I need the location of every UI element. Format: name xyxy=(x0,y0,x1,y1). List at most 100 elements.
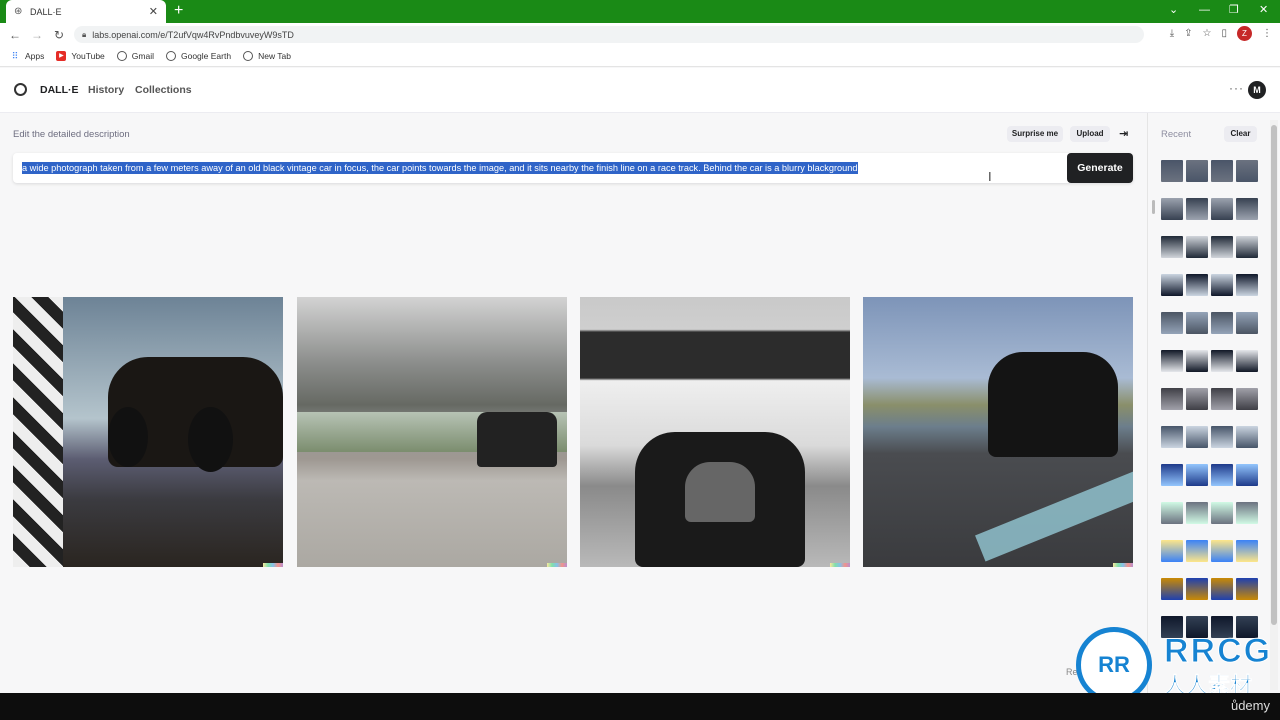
nav-collections[interactable]: Collections xyxy=(135,84,192,96)
recent-thumbnail[interactable] xyxy=(1211,464,1233,486)
recent-thumbnail[interactable] xyxy=(1186,388,1208,410)
recent-thumbnail[interactable] xyxy=(1236,578,1258,600)
recent-thumbnail[interactable] xyxy=(1186,350,1208,372)
recent-thumbnail[interactable] xyxy=(1236,236,1258,258)
sidepanel-icon[interactable]: ▯ xyxy=(1221,28,1227,39)
dalle-signature-badge xyxy=(830,563,850,567)
recent-thumbnail[interactable] xyxy=(1236,198,1258,220)
generated-image-3[interactable] xyxy=(580,297,850,567)
rrcg-logo: RR xyxy=(1076,627,1152,703)
url-field[interactable]: 🔒︎ labs.openai.com/e/T2ufVqw4RvPndbvuvey… xyxy=(74,26,1144,43)
recent-thumbnail[interactable] xyxy=(1186,578,1208,600)
upload-button[interactable]: Upload xyxy=(1070,126,1110,142)
recent-thumbnail[interactable] xyxy=(1186,312,1208,334)
more-options-icon[interactable]: ··· xyxy=(1229,81,1244,95)
recent-thumbnail[interactable] xyxy=(1211,578,1233,600)
recent-thumbnail[interactable] xyxy=(1161,160,1183,182)
close-window-icon[interactable]: ✕ xyxy=(1259,2,1268,18)
dalle-signature-badge xyxy=(1113,563,1133,567)
bookmark-new-tab[interactable]: New Tab xyxy=(243,51,291,61)
nav-history[interactable]: History xyxy=(88,84,124,96)
generated-image-2[interactable] xyxy=(297,297,567,567)
recent-thumbnail[interactable] xyxy=(1161,502,1183,524)
car-wheel xyxy=(108,407,148,467)
profile-avatar[interactable]: Z xyxy=(1237,26,1252,41)
openai-favicon-icon: ⊛ xyxy=(14,5,23,17)
recent-thumbnail[interactable] xyxy=(1211,350,1233,372)
generated-image-4[interactable] xyxy=(863,297,1133,567)
tab-search-icon[interactable]: ⌄ xyxy=(1169,2,1178,18)
globe-icon xyxy=(165,51,176,61)
recent-thumbnail[interactable] xyxy=(1211,502,1233,524)
recent-thumbnail[interactable] xyxy=(1211,274,1233,296)
generate-button[interactable]: Generate xyxy=(1067,153,1133,183)
recent-thumbnail[interactable] xyxy=(1236,502,1258,524)
recent-thumbnail[interactable] xyxy=(1161,578,1183,600)
recent-thumbnail[interactable] xyxy=(1186,198,1208,220)
recent-thumbnail[interactable] xyxy=(1236,312,1258,334)
recent-thumbnail[interactable] xyxy=(1236,274,1258,296)
recent-thumbnail[interactable] xyxy=(1236,540,1258,562)
forward-icon[interactable]: → xyxy=(26,28,48,42)
recent-thumbnail[interactable] xyxy=(1186,464,1208,486)
recent-thumbnail[interactable] xyxy=(1186,274,1208,296)
clear-button[interactable]: Clear xyxy=(1224,126,1257,142)
recent-thumbnail[interactable] xyxy=(1161,464,1183,486)
vintage-car xyxy=(477,412,557,467)
new-tab-button[interactable]: + xyxy=(174,2,183,20)
restore-icon[interactable]: ❐ xyxy=(1229,2,1239,18)
bookmark-youtube[interactable]: ▶ YouTube xyxy=(56,51,105,61)
install-icon[interactable]: ⤓ xyxy=(1170,28,1174,39)
recent-thumbnail[interactable] xyxy=(1211,388,1233,410)
prompt-input[interactable]: a wide photograph taken from a few meter… xyxy=(13,153,1133,183)
recent-thumbnail[interactable] xyxy=(1236,350,1258,372)
collapse-sidebar-icon[interactable]: ⇥ xyxy=(1119,127,1128,140)
recent-thumbnail[interactable] xyxy=(1161,198,1183,220)
recent-thumbnail[interactable] xyxy=(1186,502,1208,524)
brand-link[interactable]: DALL·E xyxy=(40,84,79,96)
recent-thumbnail[interactable] xyxy=(1211,426,1233,448)
lock-icon: 🔒︎ xyxy=(82,29,87,39)
minimize-icon[interactable]: — xyxy=(1199,2,1210,18)
back-icon[interactable]: ← xyxy=(4,28,26,42)
recent-thumbnail[interactable] xyxy=(1211,540,1233,562)
recent-thumbnail[interactable] xyxy=(1161,540,1183,562)
chrome-menu-icon[interactable]: ⋮ xyxy=(1262,28,1272,39)
recent-thumbnail[interactable] xyxy=(1236,426,1258,448)
recent-thumbnail[interactable] xyxy=(1161,388,1183,410)
recent-thumbnail[interactable] xyxy=(1161,426,1183,448)
url-text: labs.openai.com/e/T2ufVqw4RvPndbvuveyW9s… xyxy=(92,29,294,40)
bookmark-google-earth[interactable]: Google Earth xyxy=(165,51,231,61)
recent-thumbnail[interactable] xyxy=(1161,274,1183,296)
recent-thumbnail[interactable] xyxy=(1186,426,1208,448)
text-cursor-icon: I xyxy=(988,169,992,184)
recent-thumbnail[interactable] xyxy=(1236,388,1258,410)
recent-thumbnail[interactable] xyxy=(1161,312,1183,334)
recent-thumbnail[interactable] xyxy=(1186,236,1208,258)
recent-thumbnail[interactable] xyxy=(1211,198,1233,220)
recent-thumbnail[interactable] xyxy=(1161,350,1183,372)
recent-thumbnail[interactable] xyxy=(1211,236,1233,258)
recent-thumbnail[interactable] xyxy=(1186,160,1208,182)
bookmark-apps[interactable]: ⠿ Apps xyxy=(10,51,45,61)
recent-thumbnail[interactable] xyxy=(1236,464,1258,486)
prompt-text: a wide photograph taken from a few meter… xyxy=(22,162,858,174)
generated-image-1[interactable] xyxy=(13,297,283,567)
surprise-me-button[interactable]: Surprise me xyxy=(1007,126,1063,142)
resize-handle[interactable] xyxy=(1152,200,1155,214)
recent-thumbnail[interactable] xyxy=(1161,236,1183,258)
share-icon[interactable]: ⇪ xyxy=(1184,28,1192,39)
recent-thumbnail[interactable] xyxy=(1211,160,1233,182)
close-tab-icon[interactable]: ✕ xyxy=(149,5,158,18)
apps-grid-icon: ⠿ xyxy=(11,51,19,61)
recent-thumbnail[interactable] xyxy=(1211,312,1233,334)
reload-icon[interactable]: ↻ xyxy=(48,28,70,42)
browser-tab[interactable]: ⊛ DALL·E ✕ xyxy=(6,0,166,23)
recent-thumbnail[interactable] xyxy=(1186,540,1208,562)
bookmark-gmail[interactable]: Gmail xyxy=(116,51,154,61)
bookmark-star-icon[interactable]: ☆ xyxy=(1203,28,1212,39)
user-avatar[interactable]: M xyxy=(1248,81,1266,99)
openai-logo-icon[interactable] xyxy=(14,83,27,96)
recent-thumbnail[interactable] xyxy=(1236,160,1258,182)
scrollbar-thumb[interactable] xyxy=(1271,125,1277,625)
